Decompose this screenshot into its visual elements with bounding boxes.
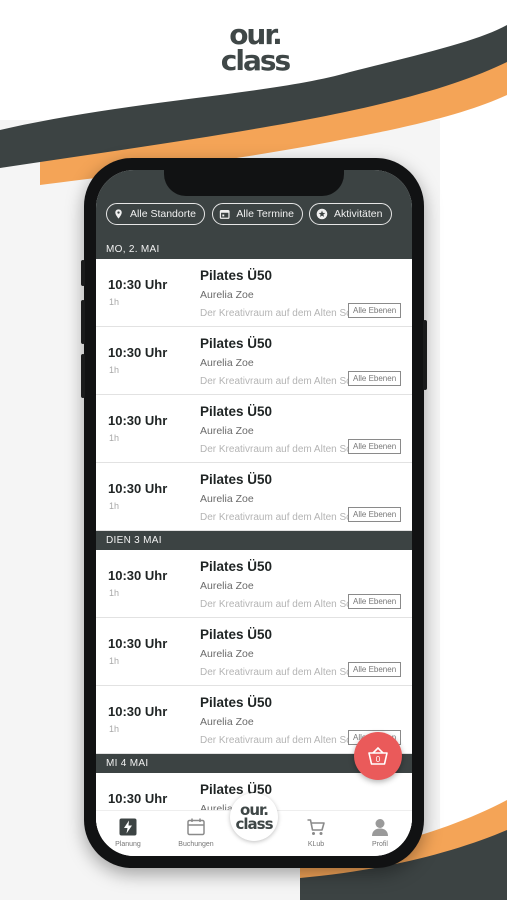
session-trainer: Aurelia Zoe bbox=[200, 580, 254, 592]
calendar-icon bbox=[187, 818, 205, 836]
calendar-icon bbox=[219, 210, 230, 219]
home-logo-button[interactable]: our. class bbox=[230, 793, 278, 841]
tab-buchungen[interactable]: Buchungen bbox=[166, 817, 226, 848]
phone-notch bbox=[164, 166, 344, 196]
session-title: Pilates Ü50 bbox=[200, 559, 273, 574]
session-trainer: Aurelia Zoe bbox=[200, 716, 254, 728]
session-row[interactable]: 10:30 Uhr 1h Pilates Ü50 Aurelia Zoe Der… bbox=[96, 259, 412, 327]
session-location: Der Kreativraum auf dem Alten Schlachtho… bbox=[200, 376, 350, 387]
session-trainer: Aurelia Zoe bbox=[200, 289, 254, 301]
phone-power-button bbox=[423, 320, 427, 390]
session-time: 10:30 Uhr bbox=[108, 277, 168, 292]
session-duration: 1h bbox=[109, 297, 120, 307]
cart-icon bbox=[307, 819, 325, 835]
session-location: Der Kreativraum auf dem Alten Schlachtho… bbox=[200, 512, 350, 523]
session-time: 10:30 Uhr bbox=[108, 704, 168, 719]
day-header: MO, 2. MAI bbox=[96, 240, 412, 259]
star-icon bbox=[316, 208, 328, 220]
app-screen: Alle Standorte Alle Termine Aktivitäten … bbox=[96, 170, 412, 856]
tab-planung-label: Planung bbox=[115, 841, 141, 848]
person-icon bbox=[372, 819, 388, 836]
filter-chip-dates[interactable]: Alle Termine bbox=[212, 203, 303, 225]
brand-logo: our. class bbox=[220, 21, 291, 77]
session-title: Pilates Ü50 bbox=[200, 336, 273, 351]
session-duration: 1h bbox=[109, 433, 120, 443]
session-time: 10:30 Uhr bbox=[108, 345, 168, 360]
session-duration: 1h bbox=[109, 656, 120, 666]
session-title: Pilates Ü50 bbox=[200, 472, 273, 487]
home-logo-line2: class bbox=[235, 815, 273, 833]
session-title: Pilates Ü50 bbox=[200, 695, 273, 710]
session-title: Pilates Ü50 bbox=[200, 268, 273, 283]
session-duration: 1h bbox=[109, 365, 120, 375]
session-row[interactable]: 10:30 Uhr 1h Pilates Ü50 Aurelia Zoe Der… bbox=[96, 550, 412, 618]
filter-chip-locations-label: Alle Standorte bbox=[130, 208, 196, 220]
session-time: 10:30 Uhr bbox=[108, 636, 168, 651]
tab-klub-label: KLub bbox=[307, 841, 325, 848]
session-time: 10:30 Uhr bbox=[108, 481, 168, 496]
session-time: 10:30 Uhr bbox=[108, 568, 168, 583]
session-row[interactable]: 10:30 Uhr 1h Pilates Ü50 Aurelia Zoe Der… bbox=[96, 395, 412, 463]
session-location: Der Kreativraum auf dem Alten Schlachtho… bbox=[200, 599, 350, 610]
session-trainer: Aurelia Zoe bbox=[200, 648, 254, 660]
session-level-badge: Alle Ebenen bbox=[348, 371, 402, 386]
tab-profil-label: Profil bbox=[372, 841, 388, 848]
session-title: Pilates Ü50 bbox=[200, 404, 273, 419]
session-location: Der Kreativraum auf dem Alten Schlachtho… bbox=[200, 667, 350, 678]
session-row[interactable]: 10:30 Uhr 1h Pilates Ü50 Aurelia Zoe Der… bbox=[96, 463, 412, 531]
brand-logo-line2: class bbox=[220, 44, 291, 77]
session-title: Pilates Ü50 bbox=[200, 627, 273, 642]
session-trainer: Aurelia Zoe bbox=[200, 425, 254, 437]
cart-count: 0 bbox=[376, 755, 381, 764]
cart-button[interactable]: 0 bbox=[354, 732, 402, 780]
tab-klub[interactable]: KLub bbox=[286, 817, 346, 848]
filter-chip-activities-label: Aktivitäten bbox=[334, 208, 383, 220]
session-trainer: Aurelia Zoe bbox=[200, 493, 254, 505]
filter-chip-locations[interactable]: Alle Standorte bbox=[106, 203, 205, 225]
session-location: Der Kreativraum auf dem Alten Schlachtho… bbox=[200, 444, 350, 455]
phone-volume-down bbox=[81, 354, 85, 398]
session-time: 10:30 Uhr bbox=[108, 791, 168, 806]
session-trainer: Aurelia Zoe bbox=[200, 357, 254, 369]
tab-buchungen-label: Buchungen bbox=[178, 841, 214, 848]
bolt-icon bbox=[119, 818, 137, 836]
location-pin-icon bbox=[115, 209, 122, 219]
filter-chip-dates-label: Alle Termine bbox=[236, 208, 294, 220]
bottom-tab-bar: Planung Buchungen our. class KLub Profil bbox=[96, 793, 412, 856]
session-time: 10:30 Uhr bbox=[108, 413, 168, 428]
session-duration: 1h bbox=[109, 501, 120, 511]
session-duration: 1h bbox=[109, 588, 120, 598]
tab-profil[interactable]: Profil bbox=[350, 817, 410, 848]
filter-chip-activities[interactable]: Aktivitäten bbox=[309, 203, 392, 225]
session-level-badge: Alle Ebenen bbox=[348, 662, 402, 677]
session-level-badge: Alle Ebenen bbox=[348, 303, 402, 318]
day-header: DIEN 3 MAI bbox=[96, 531, 412, 550]
session-level-badge: Alle Ebenen bbox=[348, 507, 402, 522]
session-row[interactable]: 10:30 Uhr 1h Pilates Ü50 Aurelia Zoe Der… bbox=[96, 327, 412, 395]
shopping-basket-icon: 0 bbox=[368, 746, 388, 765]
session-row[interactable]: 10:30 Uhr 1h Pilates Ü50 Aurelia Zoe Der… bbox=[96, 618, 412, 686]
phone-side-button bbox=[81, 260, 85, 286]
phone-volume-up bbox=[81, 300, 85, 344]
day-header-label: MI 4 MAI bbox=[106, 758, 149, 769]
session-duration: 1h bbox=[109, 724, 120, 734]
session-location: Der Kreativraum auf dem Alten Schlachtho… bbox=[200, 735, 350, 746]
session-location: Der Kreativraum auf dem Alten Schlachtho… bbox=[200, 308, 350, 319]
day-header-label: DIEN 3 MAI bbox=[106, 535, 162, 546]
tab-planung[interactable]: Planung bbox=[98, 817, 158, 848]
session-level-badge: Alle Ebenen bbox=[348, 439, 402, 454]
day-header-label: MO, 2. MAI bbox=[106, 244, 160, 255]
session-level-badge: Alle Ebenen bbox=[348, 594, 402, 609]
